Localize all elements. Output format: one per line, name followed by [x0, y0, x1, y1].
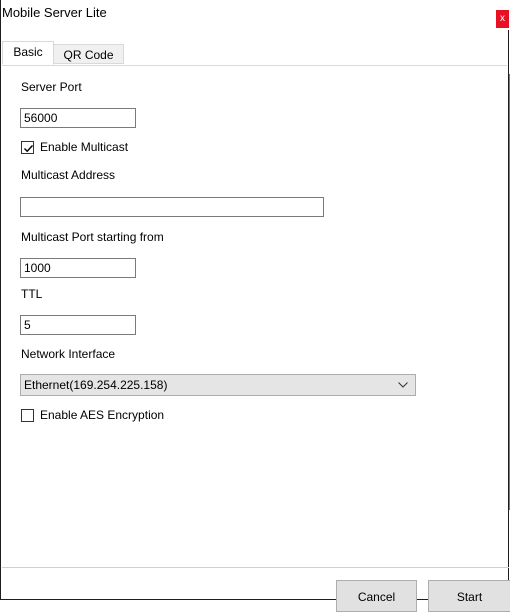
title-bar[interactable]: Mobile Server Lite x	[1, 0, 509, 30]
dialog-window: Mobile Server Lite x Basic QR Code Serve…	[0, 0, 510, 612]
multicast-address-input[interactable]	[20, 197, 324, 217]
cancel-button[interactable]: Cancel	[336, 580, 417, 612]
enable-multicast-label: Enable Multicast	[40, 140, 129, 154]
multicast-port-label: Multicast Port starting from	[21, 230, 164, 244]
window-title: Mobile Server Lite	[2, 5, 107, 20]
ttl-label: TTL	[21, 287, 43, 301]
start-button[interactable]: Start	[428, 580, 510, 612]
multicast-address-label: Multicast Address	[21, 168, 116, 182]
multicast-port-input[interactable]	[20, 258, 136, 278]
enable-aes-row[interactable]: Enable AES Encryption	[21, 407, 164, 423]
tab-strip: Basic QR Code	[2, 41, 507, 66]
check-icon	[24, 144, 34, 152]
network-interface-select[interactable]: Ethernet(169.254.225.158)	[20, 374, 416, 396]
server-port-label: Server Port	[21, 80, 82, 94]
chevron-down-icon	[398, 382, 408, 388]
enable-multicast-checkbox[interactable]	[21, 140, 34, 154]
tab-qr-code[interactable]: QR Code	[54, 44, 124, 64]
enable-aes-label: Enable AES Encryption	[40, 408, 165, 422]
network-interface-value: Ethernet(169.254.225.158)	[24, 378, 168, 392]
enable-multicast-row[interactable]: Enable Multicast	[21, 139, 128, 155]
close-button[interactable]: x	[496, 10, 509, 28]
close-icon: x	[500, 13, 505, 24]
server-port-input[interactable]	[20, 108, 136, 128]
network-interface-label: Network Interface	[21, 347, 116, 361]
enable-aes-checkbox[interactable]	[21, 408, 34, 422]
footer-divider	[2, 567, 509, 568]
ttl-input[interactable]	[20, 315, 136, 335]
tab-basic[interactable]: Basic	[2, 41, 54, 65]
